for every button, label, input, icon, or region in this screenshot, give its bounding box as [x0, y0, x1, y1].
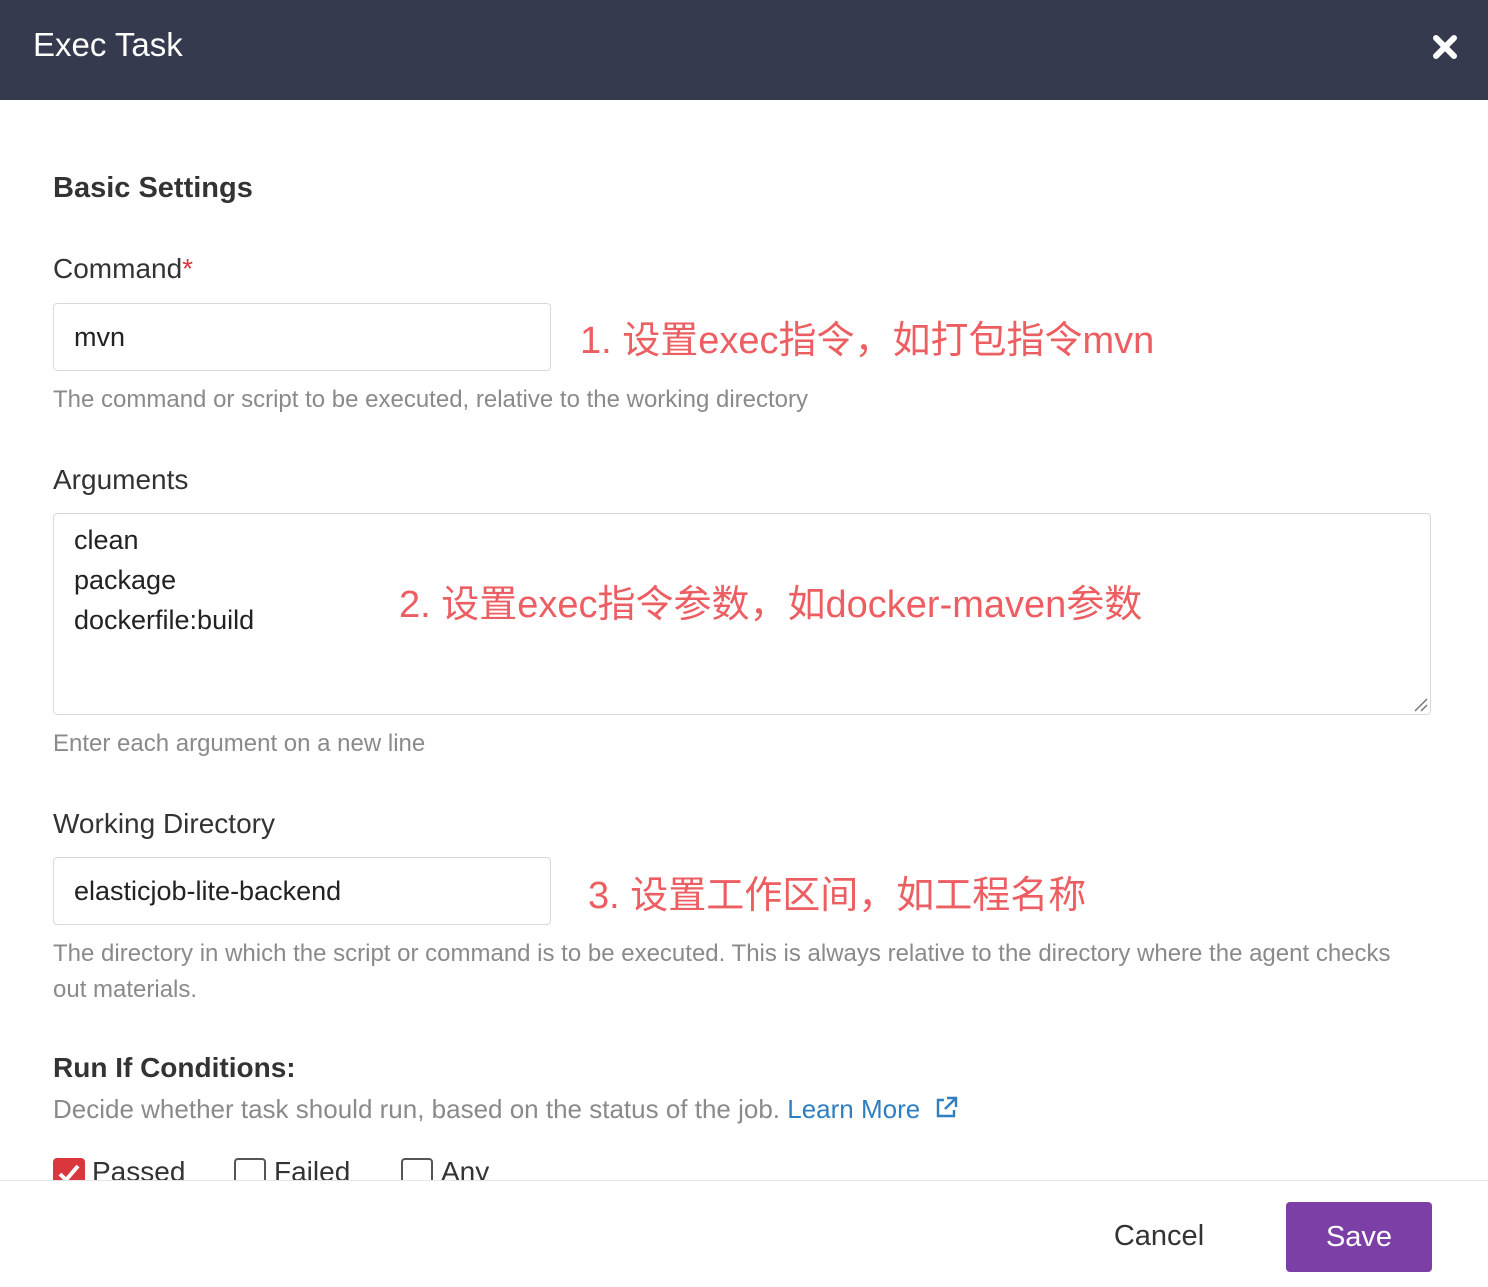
external-link-icon [937, 1096, 958, 1118]
learn-more-link[interactable]: Learn More [787, 1094, 959, 1124]
arguments-help-text: Enter each argument on a new line [53, 730, 426, 757]
working-directory-help-text: The directory in which the script or com… [53, 940, 1391, 1003]
learn-more-text: Learn More [787, 1094, 921, 1124]
command-label-text: Command [53, 253, 183, 284]
failed-label: Failed [274, 1156, 351, 1180]
working-directory-label: Working Directory [53, 808, 275, 839]
run-if-description: Decide whether task should run, based on… [53, 1094, 959, 1125]
command-label: Command* [53, 253, 193, 285]
dialog-title: Exec Task [33, 26, 183, 63]
dialog-body: Basic Settings Command* mvn 1. 设置exec指令，… [0, 100, 1488, 1180]
cancel-button[interactable]: Cancel [1100, 1201, 1218, 1271]
command-input[interactable]: mvn [53, 303, 551, 371]
dialog-footer: Cancel Save [0, 1180, 1488, 1287]
run-if-title: Run If Conditions: [53, 1052, 296, 1083]
required-mark: * [182, 253, 194, 284]
save-button[interactable]: Save [1286, 1202, 1432, 1272]
checkmark-icon [58, 1164, 80, 1180]
working-directory-input-value: elasticjob-lite-backend [74, 875, 342, 906]
section-title-basic-settings: Basic Settings [53, 172, 253, 204]
arguments-label: Arguments [53, 464, 189, 495]
command-input-value: mvn [74, 321, 126, 352]
resize-handle-icon[interactable] [1412, 696, 1428, 712]
annotation-command: 1. 设置exec指令，如打包指令mvn [580, 320, 1155, 362]
annotation-arguments: 2. 设置exec指令参数，如docker-maven参数 [399, 584, 1143, 626]
argument-line: clean [74, 525, 139, 555]
close-icon[interactable] [1424, 26, 1466, 68]
working-directory-input[interactable]: elasticjob-lite-backend [53, 857, 551, 925]
any-checkbox[interactable] [401, 1158, 433, 1180]
passed-label: Passed [92, 1156, 186, 1180]
command-help-text: The command or script to be executed, re… [53, 386, 809, 413]
annotation-working-directory: 3. 设置工作区间，如工程名称 [588, 875, 1087, 917]
passed-checkbox[interactable] [53, 1158, 85, 1180]
failed-checkbox[interactable] [234, 1158, 266, 1180]
run-if-description-text: Decide whether task should run, based on… [53, 1094, 781, 1124]
dialog-header: Exec Task [0, 0, 1488, 100]
any-label: Any [441, 1156, 490, 1180]
